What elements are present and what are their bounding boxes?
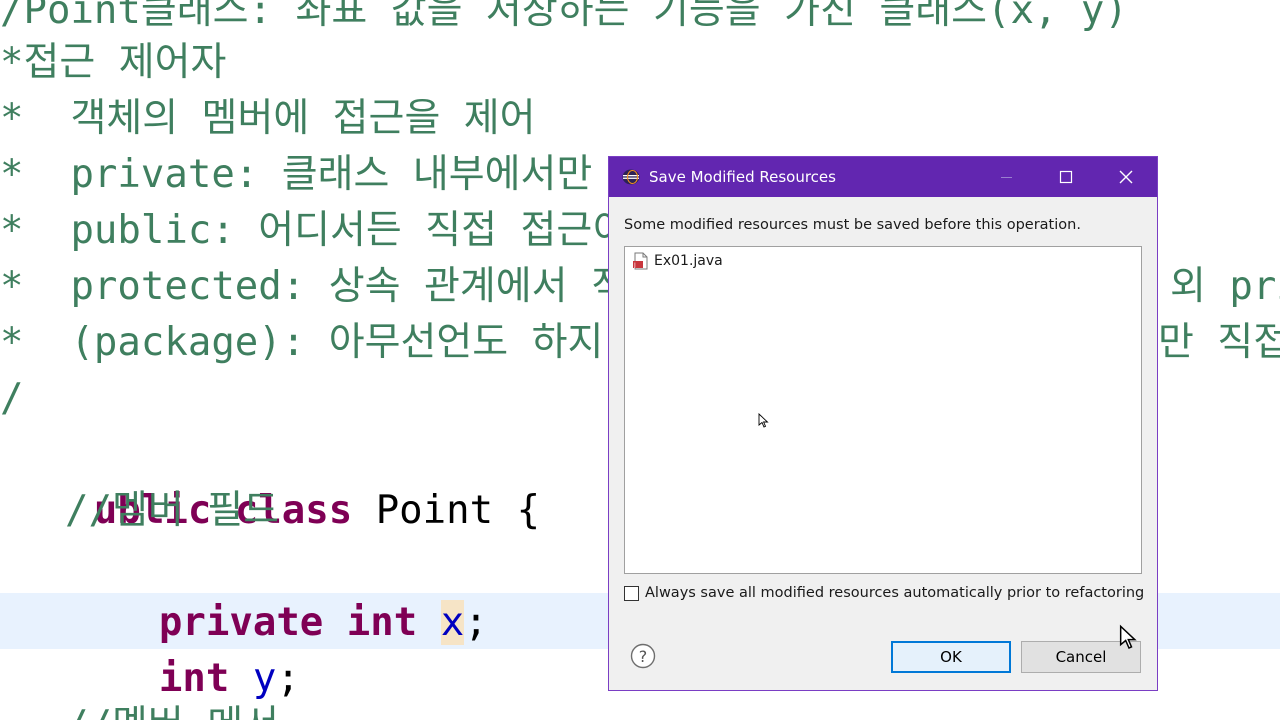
code-line: * private: 클래스 내부에서만 (0, 152, 616, 197)
code-text: ; (464, 600, 488, 645)
close-button[interactable] (1103, 157, 1149, 197)
code-line: //멤버 메서 (65, 698, 279, 720)
always-save-checkbox[interactable] (624, 585, 639, 601)
always-save-option[interactable]: Always save all modified resources autom… (624, 585, 1144, 601)
code-line: *접근 제어자 (0, 40, 227, 85)
code-line: * public: 어디서든 직접 접근이 (0, 208, 629, 253)
save-modified-resources-dialog: Save Modified Resources Some modified re… (608, 156, 1158, 691)
maximize-button[interactable] (1044, 157, 1090, 197)
code-line: /Point클래스: 좌표 값을 저장하는 기능을 가진 클래스(x, y) (0, 0, 1128, 33)
mouse-pointer-icon (758, 413, 769, 428)
code-line-tail: 만 직접 (1158, 320, 1280, 365)
always-save-label[interactable]: Always save all modified resources autom… (645, 585, 1144, 601)
dialog-message: Some modified resources must be saved be… (624, 217, 1081, 233)
minimize-icon (1001, 177, 1012, 178)
code-line: / (0, 376, 24, 421)
code-line: //멤버 필드 (65, 488, 279, 533)
resource-list[interactable]: J Ex01.java (624, 246, 1142, 574)
mouse-pointer-icon (1119, 624, 1137, 650)
code-line: * protected: 상속 관계에서 직 (0, 264, 627, 309)
keyword: int (158, 656, 230, 701)
code-text: ; (276, 656, 300, 701)
question-circle-icon[interactable]: ? (630, 643, 656, 669)
dialog-title: Save Modified Resources (649, 168, 836, 186)
dialog-title-bar[interactable]: Save Modified Resources (609, 157, 1157, 197)
code-line: int y; (65, 595, 300, 701)
java-file-icon: J (633, 252, 648, 270)
code-line-tail: 외 pri (1170, 264, 1280, 309)
svg-text:J: J (633, 262, 636, 269)
minimize-button[interactable] (984, 157, 1030, 197)
code-line: * 객체의 멤버에 접근을 제어 (0, 96, 536, 141)
eclipse-icon (622, 169, 640, 185)
field-identifier: x (440, 600, 465, 645)
file-name: Ex01.java (654, 253, 723, 269)
code-line: ublic class Point { (0, 427, 540, 533)
keyword: int (346, 600, 418, 645)
field-identifier: y (252, 656, 277, 701)
code-line: * (package): 아무선언도 하지 (0, 320, 604, 365)
maximize-icon (1059, 170, 1073, 184)
svg-text:?: ? (639, 647, 648, 666)
close-icon (1119, 170, 1133, 184)
ok-button[interactable]: OK (891, 641, 1011, 673)
code-text: Point { (375, 488, 541, 533)
list-item[interactable]: J Ex01.java (632, 252, 723, 270)
code-line: private int x; (65, 539, 488, 645)
